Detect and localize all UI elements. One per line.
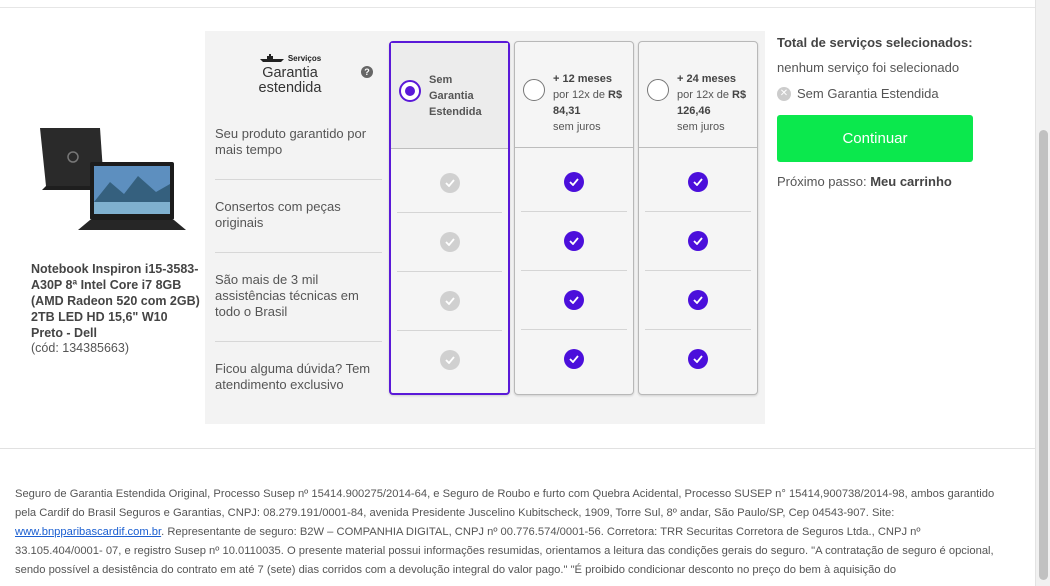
- legal-part1: Seguro de Garantia Estendida Original, P…: [15, 488, 995, 519]
- feature-divider: [215, 179, 382, 180]
- logo-title-line2: estendida: [258, 80, 322, 96]
- row-divider: [521, 329, 627, 330]
- row-divider: [645, 270, 751, 271]
- next-step-target: Meu carrinho: [870, 174, 952, 189]
- services-logo-icon: [259, 54, 284, 62]
- plan-header: + 24 meses por 12x de R$ 126,46 sem juro…: [639, 42, 757, 148]
- legal-part2: . Representante de seguro: B2W – COMPANH…: [15, 526, 994, 576]
- plan-price-prefix: por 12x de: [553, 89, 609, 101]
- plan-price-prefix: por 12x de: [677, 89, 733, 101]
- feature-divider: [215, 252, 382, 253]
- plan-header: Sem Garantia Estendida: [391, 43, 508, 149]
- plan-line1: Sem: [429, 74, 453, 86]
- plan-months: + 12 meses: [553, 73, 613, 85]
- plan-24-months[interactable]: + 24 meses por 12x de R$ 126,46 sem juro…: [638, 41, 758, 395]
- plan-price: 84,31: [553, 105, 581, 117]
- summary-item: ✕ Sem Garantia Estendida: [777, 86, 939, 101]
- plan-months: + 24 meses: [677, 73, 737, 85]
- check-icon-disabled: [440, 350, 460, 370]
- plan-header: + 12 meses por 12x de R$ 84,31 sem juros: [515, 42, 633, 148]
- legal-text: Seguro de Garantia Estendida Original, P…: [15, 485, 1005, 580]
- section-divider: [0, 448, 1035, 449]
- product-name[interactable]: Notebook Inspiron i15-3583-A30P 8ª Intel…: [31, 261, 201, 341]
- check-icon-disabled: [440, 173, 460, 193]
- feature-2: Consertos com peças originais: [215, 199, 341, 230]
- plan-12-months[interactable]: + 12 meses por 12x de R$ 84,31 sem juros: [514, 41, 634, 395]
- remove-icon[interactable]: ✕: [777, 86, 791, 101]
- check-icon: [688, 172, 708, 192]
- check-icon: [688, 349, 708, 369]
- logo-title-line1: Garantia: [262, 65, 318, 81]
- next-step: Próximo passo: Meu carrinho: [777, 174, 952, 189]
- check-icon-disabled: [440, 232, 460, 252]
- plan-interest: sem juros: [677, 121, 725, 133]
- check-icon-disabled: [440, 291, 460, 311]
- row-divider: [397, 212, 502, 213]
- product-code: (cód: 134385663): [31, 341, 129, 355]
- summary-title: Total de serviços selecionados:: [777, 35, 973, 50]
- plan-radio-selected[interactable]: [399, 80, 421, 102]
- row-divider: [645, 329, 751, 330]
- summary-item-label: Sem Garantia Estendida: [797, 86, 939, 101]
- check-icon: [564, 172, 584, 192]
- check-icon: [564, 349, 584, 369]
- plan-no-warranty[interactable]: Sem Garantia Estendida: [389, 41, 510, 395]
- row-divider: [397, 271, 502, 272]
- plan-line2: Garantia: [429, 90, 474, 102]
- plan-price: 126,46: [677, 105, 711, 117]
- plan-line3: Estendida: [429, 106, 482, 118]
- row-divider: [397, 330, 502, 331]
- feature-3: São mais de 3 mil assistências técnicas …: [215, 272, 359, 319]
- feature-4: Ficou alguma dúvida? Tem atendimento exc…: [215, 361, 371, 392]
- plan-currency: R$: [608, 89, 623, 101]
- check-icon: [564, 290, 584, 310]
- laptop-image: [40, 128, 186, 230]
- page-scrollbar[interactable]: [1035, 0, 1050, 586]
- plan-currency: R$: [732, 89, 747, 101]
- top-divider: [0, 0, 1035, 8]
- check-icon: [688, 290, 708, 310]
- check-icon: [564, 231, 584, 251]
- continue-button[interactable]: Continuar: [777, 115, 973, 162]
- help-icon[interactable]: ?: [361, 66, 373, 78]
- row-divider: [645, 211, 751, 212]
- check-icon: [688, 231, 708, 251]
- plan-interest: sem juros: [553, 121, 601, 133]
- feature-1: Seu produto garantido por mais tempo: [215, 126, 367, 157]
- feature-divider: [215, 341, 382, 342]
- warranty-logo: Serviços Garantia estendida: [250, 53, 330, 96]
- plan-radio[interactable]: [647, 79, 669, 101]
- next-step-prefix: Próximo passo:: [777, 174, 871, 189]
- scroll-thumb[interactable]: [1039, 130, 1048, 580]
- plan-radio[interactable]: [523, 79, 545, 101]
- row-divider: [521, 211, 627, 212]
- insurer-site-link[interactable]: www.bnpparibascardif.com.br: [15, 526, 161, 538]
- summary-none-selected: nenhum serviço foi selecionado: [777, 60, 960, 75]
- logo-brand-text: Serviços: [287, 53, 322, 63]
- row-divider: [521, 270, 627, 271]
